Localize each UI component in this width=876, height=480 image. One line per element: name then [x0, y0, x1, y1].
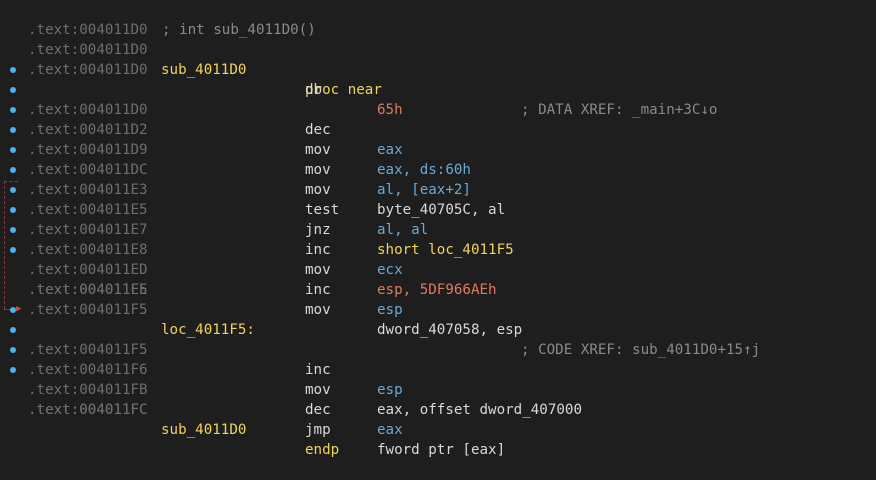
function-label[interactable]: sub_4011D0 [161, 420, 246, 440]
asm-line[interactable]: .text:004011E5 jnz short loc_4011F5 [0, 160, 876, 258]
breakpoint-dot-icon[interactable] [10, 347, 16, 353]
asm-line[interactable]: .text:004011DC mov byte_40705C, al [0, 120, 876, 218]
asm-line[interactable]: .text:004011D9 mov al, [eax+2] [0, 100, 876, 198]
asm-line[interactable]: .text:004011ED inc esp [0, 220, 876, 318]
asm-line[interactable]: .text:004011EE mov dword_407058, esp [0, 240, 876, 338]
asm-line[interactable]: .text:004011FB dec eax [0, 340, 876, 438]
operand[interactable]: eax, offset dword_407000 [377, 400, 582, 420]
asm-line[interactable]: .text:004011D2 mov eax, ds:60h [0, 80, 876, 178]
operand: fword ptr [eax] [377, 442, 506, 458]
mnemonic: dec [305, 402, 331, 418]
breakpoint-dot-icon[interactable] [10, 67, 16, 73]
breakpoint-dot-icon[interactable] [10, 127, 16, 133]
breakpoint-dot-icon[interactable] [10, 147, 16, 153]
breakpoint-dot-icon[interactable] [10, 227, 16, 233]
asm-line[interactable]: .text:004011E7 inc ecx [0, 180, 876, 278]
breakpoint-dot-icon[interactable] [10, 167, 16, 173]
breakpoint-dot-icon[interactable] [10, 107, 16, 113]
breakpoint-dot-icon[interactable] [10, 207, 16, 213]
asm-line[interactable]: .text:004011F5 [0, 260, 876, 298]
address: .text:004011FC [28, 402, 148, 418]
asm-line[interactable]: .text:004011FC jmp fword ptr [eax] [0, 360, 876, 458]
asm-line[interactable]: .text:004011E3 test al, al [0, 140, 876, 238]
breakpoint-dot-icon[interactable] [10, 87, 16, 93]
function-header-line[interactable]: .text:004011D0; int sub_4011D0() [0, 0, 876, 38]
breakpoint-dot-icon[interactable] [10, 187, 16, 193]
breakpoint-dot-icon[interactable] [10, 247, 16, 253]
breakpoint-dot-icon[interactable] [10, 327, 16, 333]
asm-line[interactable]: .text:004011FC sub_4011D0 endp [0, 380, 876, 458]
asm-line[interactable]: .text:004011D0 sub_4011D0 proc near ; DA… [0, 20, 876, 118]
asm-line[interactable]: .text:004011F5 loc_4011F5: ; CODE XREF: … [0, 280, 876, 358]
asm-line[interactable]: .text:004011E8 mov esp, 5DF966AEh [0, 200, 876, 298]
asm-line[interactable]: .text:004011F5 inc esp [0, 300, 876, 398]
breakpoint-dot-icon[interactable] [10, 307, 16, 313]
operand: eax [377, 422, 403, 438]
asm-line[interactable]: .text:004011F6 mov eax, offset dword_407… [0, 320, 876, 418]
asm-line[interactable]: .text:004011D0 db 65h [0, 40, 876, 118]
endp-directive: endp [305, 442, 340, 458]
asm-line[interactable]: .text:004011D0 dec eax [0, 60, 876, 158]
breakpoint-dot-icon[interactable] [10, 367, 16, 373]
mnemonic: jmp [305, 422, 331, 438]
